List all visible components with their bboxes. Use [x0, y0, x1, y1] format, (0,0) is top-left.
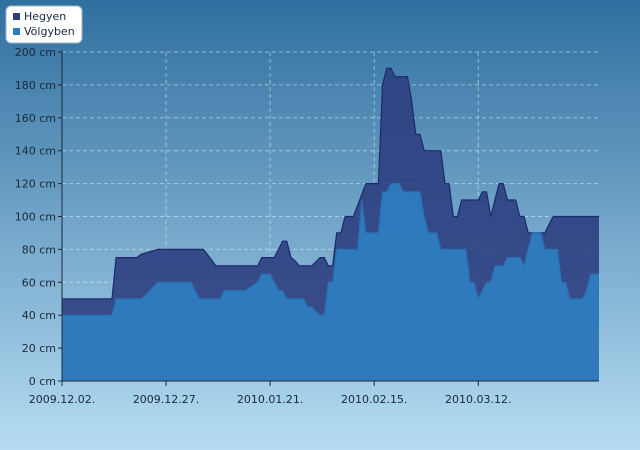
- legend[interactable]: Hegyen Völgyben: [5, 5, 83, 44]
- y-tick-label: 160 cm: [15, 112, 56, 125]
- x-tick-label: 2010.02.15.: [341, 393, 407, 406]
- chart-background: [0, 0, 640, 450]
- legend-swatch: [13, 13, 20, 20]
- y-tick-label: 200 cm: [15, 46, 56, 59]
- y-tick-label: 180 cm: [15, 79, 56, 92]
- legend-swatch: [13, 28, 20, 35]
- y-tick-label: 60 cm: [22, 276, 56, 289]
- y-tick-label: 20 cm: [22, 342, 56, 355]
- x-tick-label: 2009.12.27.: [133, 393, 199, 406]
- y-tick-label: 120 cm: [15, 178, 56, 191]
- chart-svg: 0 cm 20 cm 40 cm 60 cm 80 cm 100 cm 120 cm 140 …: [0, 0, 640, 450]
- y-tick-label: 140 cm: [15, 145, 56, 158]
- legend-label: Völgyben: [24, 25, 75, 38]
- x-tick-label: 2010.01.21.: [237, 393, 303, 406]
- y-tick-label: 100 cm: [15, 211, 56, 224]
- x-tick-label: 2009.12.02.: [29, 393, 95, 406]
- legend-label: Hegyen: [24, 10, 66, 23]
- y-tick-label: 80 cm: [22, 243, 56, 256]
- x-tick-label: 2010.03.12.: [445, 393, 511, 406]
- y-tick-label: 40 cm: [22, 309, 56, 322]
- chart-container: 0 cm 20 cm 40 cm 60 cm 80 cm 100 cm 120 cm 140 …: [0, 0, 640, 450]
- y-tick-label: 0 cm: [29, 375, 56, 388]
